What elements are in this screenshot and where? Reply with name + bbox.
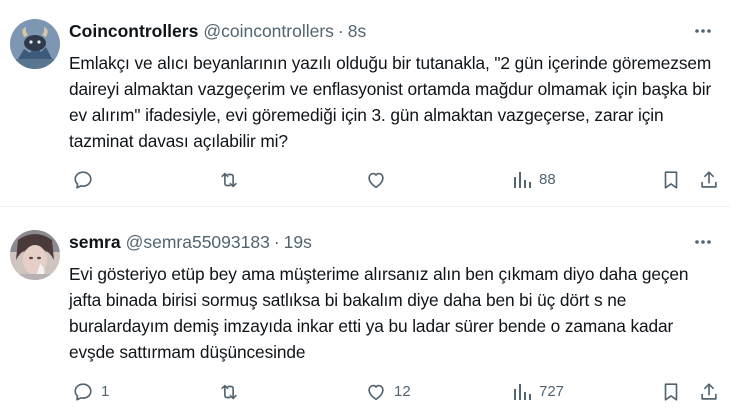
timestamp[interactable]: 8s [348, 18, 366, 44]
retweet-icon [221, 172, 237, 188]
avatar-bull-icon [10, 19, 60, 69]
tweet-actions: 1 12 727 [70, 380, 717, 404]
tweet-header: semra @semra55093183 · 19s [69, 229, 714, 255]
tweet-text: Emlakçı ve alıcı beyanlarının yazılı old… [69, 53, 712, 151]
avatar-photo-icon [10, 230, 60, 280]
user-handle[interactable]: @semra55093183 [126, 229, 270, 255]
like-count: 12 [394, 383, 411, 400]
heart-icon [368, 172, 384, 189]
separator-dot: · [273, 232, 280, 252]
heart-icon [368, 384, 384, 401]
bookmark-button[interactable] [660, 380, 682, 404]
share-button[interactable] [698, 168, 720, 192]
bookmark-button[interactable] [660, 168, 682, 192]
reply-count: 1 [101, 383, 110, 400]
tweet[interactable]: Coincontrollers @coincontrollers · 8s Em… [0, 0, 730, 207]
tweet-text: Evi gösteriyo etüp bey ama müşterime alı… [69, 264, 689, 362]
analytics-bars-icon [514, 384, 531, 400]
tweet[interactable]: semra @semra55093183 · 19s Evi gösteriyo… [0, 207, 730, 420]
timestamp[interactable]: 19s [284, 229, 312, 255]
share-icon [701, 383, 717, 400]
separator-dot: · [337, 21, 344, 41]
tweet-header: Coincontrollers @coincontrollers · 8s [69, 18, 714, 44]
view-count: 727 [539, 383, 565, 400]
retweet-icon [221, 384, 237, 400]
reply-button[interactable] [72, 168, 101, 192]
more-options-button[interactable] [692, 231, 714, 253]
like-button[interactable]: 12 [365, 380, 411, 404]
reply-button[interactable]: 1 [72, 380, 109, 404]
more-horizontal-icon [695, 240, 711, 244]
analytics-bars-icon [514, 172, 531, 188]
views-button[interactable]: 727 [512, 380, 564, 404]
views-button[interactable]: 88 [512, 168, 556, 192]
avatar[interactable] [10, 19, 60, 69]
bookmark-icon [664, 171, 678, 189]
retweet-button[interactable] [218, 380, 247, 404]
user-handle[interactable]: @coincontrollers [203, 18, 334, 44]
bookmark-icon [664, 383, 678, 401]
share-icon [701, 171, 717, 188]
tweet-feed: Coincontrollers @coincontrollers · 8s Em… [0, 0, 730, 420]
tweet-actions: 88 [70, 168, 717, 192]
reply-icon [74, 383, 92, 401]
more-options-button[interactable] [692, 20, 714, 42]
reply-icon [74, 171, 92, 189]
view-count: 88 [539, 171, 556, 188]
more-horizontal-icon [695, 29, 711, 33]
avatar[interactable] [10, 230, 60, 280]
like-button[interactable] [365, 168, 394, 192]
share-button[interactable] [698, 380, 720, 404]
retweet-button[interactable] [218, 168, 247, 192]
display-name[interactable]: Coincontrollers [69, 18, 198, 44]
display-name[interactable]: semra [69, 229, 121, 255]
